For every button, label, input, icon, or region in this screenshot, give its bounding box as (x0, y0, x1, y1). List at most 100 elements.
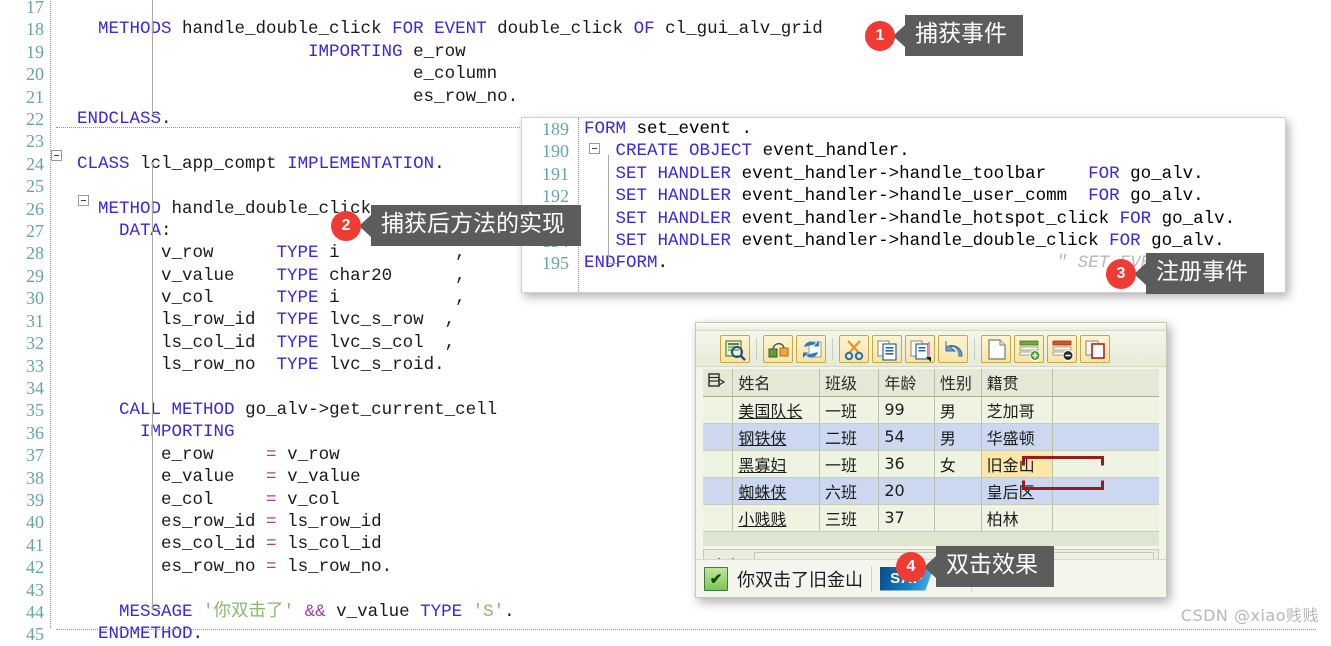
column-header-class[interactable]: 班级 (819, 369, 880, 397)
cell-name[interactable]: 美国队长 (732, 396, 820, 424)
table-row[interactable]: 钢铁侠 二班 54 男华盛顿 (703, 423, 1159, 451)
cell-name-link[interactable]: 美国队长 (738, 402, 802, 421)
row-select-cell[interactable] (703, 396, 734, 424)
table-row[interactable]: 黑寡妇 一班 36 女旧金山 (703, 450, 1159, 478)
status-divider (871, 565, 872, 592)
cell-name-link[interactable]: 小贱贱 (738, 510, 786, 529)
column-header-origin[interactable]: 籍贯 (981, 369, 1054, 397)
code-line[interactable]: MESSAGE '你双击了' && v_value TYPE 'S'. (56, 601, 1326, 623)
fold-toggle-method[interactable] (78, 195, 89, 206)
append-row-icon[interactable] (1014, 334, 1044, 363)
code-line[interactable]: es_row_no. (56, 86, 1326, 108)
cell-age[interactable]: 20 (878, 477, 935, 505)
row-select-cell[interactable] (703, 477, 734, 505)
copy-row-icon[interactable] (1080, 334, 1110, 363)
cell-gender[interactable] (934, 477, 982, 505)
line-number: 18 (26, 19, 44, 40)
detail-icon[interactable] (763, 334, 793, 363)
line-number-gutter: 17 18 19 20 21 22 23 24 25 26 27 28 29 30 31 32 33 34 35 36… (0, 0, 50, 646)
table-row[interactable]: 蜘蛛侠 六班 20 皇后区 (703, 477, 1159, 505)
table-row[interactable]: 美国队长 一班 99 男芝加哥 (703, 396, 1159, 424)
cell-age[interactable]: 36 (878, 450, 935, 478)
code-line[interactable]: e_column (56, 63, 1326, 85)
alv-toolbar (696, 331, 1166, 367)
code-line[interactable]: METHODS handle_double_click FOR EVENT do… (56, 18, 1326, 40)
inset-code-line[interactable]: SET HANDLER event_handler->handle_user_c… (584, 185, 1235, 207)
column-header-age[interactable]: 年龄 (878, 369, 935, 397)
line-number: 33 (26, 355, 44, 376)
cell-age[interactable]: 54 (878, 423, 935, 451)
alv-window-top-strip (696, 323, 1166, 331)
column-header-name[interactable]: 姓名 (732, 369, 820, 397)
code-line[interactable]: IMPORTING e_row (56, 41, 1326, 63)
line-number: 28 (26, 243, 44, 264)
inset-code-line[interactable]: SET HANDLER event_handler->handle_double… (584, 230, 1235, 252)
inset-code-line[interactable]: CREATE OBJECT event_handler. (584, 140, 1235, 162)
cell-age[interactable]: 99 (878, 396, 935, 424)
inset-source-lines: FORM set_event . CREATE OBJECT event_han… (584, 118, 1235, 275)
alv-table: 姓名 班级 年龄 性别 籍贯 美国队长 一班 99 男芝加哥 钢铁侠 二班 54 男华盛顿 黑寡… (703, 369, 1159, 532)
inset-code-line[interactable]: SET HANDLER event_handler->handle_hotspo… (584, 208, 1236, 230)
cell-class[interactable]: 一班 (819, 396, 880, 424)
cell-gender[interactable]: 男 (934, 396, 982, 424)
fold-toggle-class-impl[interactable] (51, 150, 62, 161)
delete-row-icon[interactable] (1047, 334, 1077, 363)
line-number: 26 (26, 198, 44, 219)
cell-name-link[interactable]: 钢铁侠 (738, 429, 786, 448)
alv-data-grid[interactable]: 姓名 班级 年龄 性别 籍贯 美国队长 一班 99 男芝加哥 钢铁侠 二班 54 男华盛顿 黑寡… (703, 369, 1159, 546)
row-select-cell[interactable] (703, 450, 734, 478)
cut-icon[interactable] (839, 334, 869, 363)
callout-2: 2 捕获后方法的实现 (331, 205, 581, 246)
cell-name-link[interactable]: 黑寡妇 (738, 456, 786, 475)
code-line[interactable]: ENDMETHOD. (56, 623, 1326, 645)
cell-name-link[interactable]: 蜘蛛侠 (738, 483, 786, 502)
alv-table-body: 美国队长 一班 99 男芝加哥 钢铁侠 二班 54 男华盛顿 黑寡妇 一班 36 女旧金山 蜘蛛侠 六班 2… (703, 396, 1159, 532)
new-document-icon[interactable] (981, 334, 1011, 363)
toolbar-separator (756, 337, 757, 360)
table-row[interactable]: 小贱贱 三班 37 柏林 (703, 504, 1159, 532)
line-number: 20 (26, 64, 44, 85)
row-select-cell[interactable] (703, 423, 734, 451)
inset-code-line[interactable]: FORM set_event . (584, 118, 1235, 140)
fold-guide-class-impl (152, 162, 153, 608)
cell-origin[interactable]: 皇后区 (981, 477, 1054, 505)
cell-class[interactable]: 六班 (819, 477, 880, 505)
cell-name[interactable]: 蜘蛛侠 (732, 477, 820, 505)
row-select-cell[interactable] (703, 504, 734, 532)
cell-age[interactable]: 37 (878, 504, 935, 532)
cell-origin-selected[interactable]: 旧金山 (981, 450, 1054, 478)
cell-class[interactable]: 三班 (819, 504, 880, 532)
callout-1-label: 捕获事件 (905, 15, 1023, 56)
cell-origin[interactable]: 柏林 (981, 504, 1054, 532)
cell-name[interactable]: 黑寡妇 (732, 450, 820, 478)
search-icon[interactable] (720, 334, 750, 363)
select-all-icon[interactable] (703, 369, 734, 397)
cell-gender[interactable]: 女 (934, 450, 982, 478)
inset-code-line[interactable]: SET HANDLER event_handler->handle_toolba… (584, 163, 1235, 185)
cell-gender[interactable]: 男 (934, 423, 982, 451)
cell-origin[interactable]: 华盛顿 (981, 423, 1054, 451)
undo-icon[interactable] (938, 334, 968, 363)
inset-fold-toggle-form[interactable] (589, 143, 600, 154)
inset-line-number: 195 (542, 253, 569, 274)
callout-2-badge: 2 (331, 210, 361, 241)
cell-name[interactable]: 小贱贱 (732, 504, 820, 532)
line-number: 21 (26, 86, 44, 107)
status-message: 你双击了旧金山 (737, 569, 863, 591)
cell-origin[interactable]: 芝加哥 (981, 396, 1054, 424)
cell-class[interactable]: 一班 (819, 450, 880, 478)
inset-fold-end (608, 263, 617, 264)
paste-icon[interactable] (905, 334, 935, 363)
cell-name[interactable]: 钢铁侠 (732, 423, 820, 451)
column-header-gender[interactable]: 性别 (934, 369, 982, 397)
line-number: 19 (26, 41, 44, 62)
copy-icon[interactable] (872, 334, 902, 363)
cell-class[interactable]: 二班 (819, 423, 880, 451)
cell-gender[interactable] (934, 504, 982, 532)
inset-line-number: 190 (542, 141, 569, 162)
line-number: 43 (26, 579, 44, 600)
line-number: 24 (26, 153, 44, 174)
refresh-icon[interactable] (796, 334, 826, 363)
line-number: 42 (26, 557, 44, 578)
code-line[interactable] (56, 0, 1326, 18)
